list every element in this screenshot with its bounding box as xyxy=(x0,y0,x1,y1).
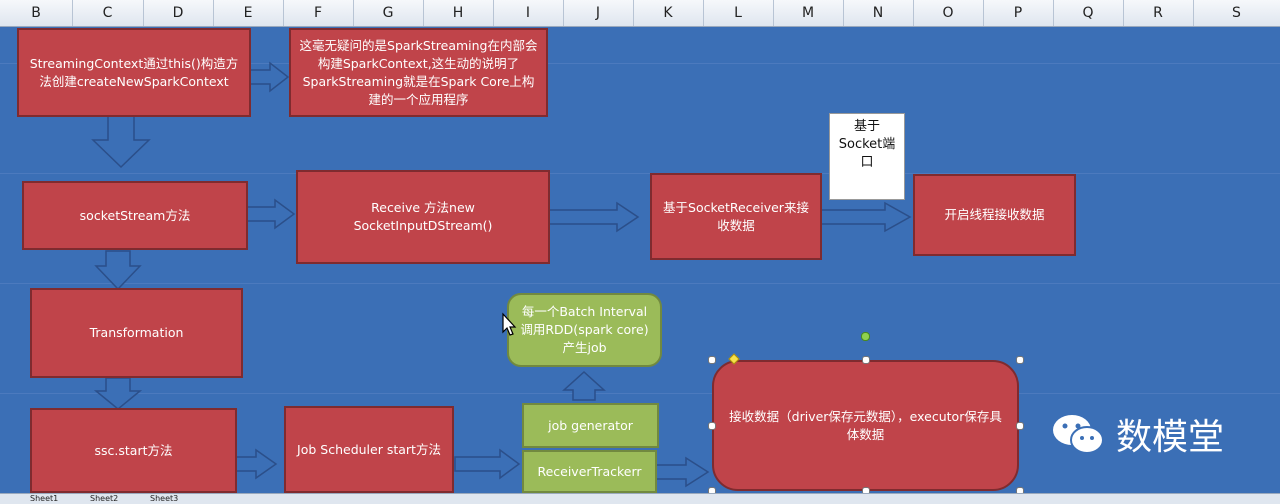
box-socket-port-note[interactable]: 基于Socket端口 xyxy=(829,113,905,200)
arrow-right xyxy=(247,61,290,93)
box-job-generator[interactable]: job generator xyxy=(522,403,659,448)
arrow-down xyxy=(91,112,151,169)
sheet-tab-bar: Sheet1 Sheet2 Sheet3 xyxy=(0,493,1280,504)
box-receiver-tracker[interactable]: ReceiverTrackerr xyxy=(522,450,657,493)
arrow-right xyxy=(819,201,912,233)
box-batch-interval[interactable]: 每一个Batch Interval调用RDD(spark core)产生job xyxy=(507,293,662,367)
box-spark-context-note[interactable]: 这毫无疑问的是SparkStreaming在内部会构建SparkContext,… xyxy=(289,28,548,117)
arrow-up xyxy=(562,370,606,401)
box-transformation[interactable]: Transformation xyxy=(30,288,243,378)
box-socket-stream[interactable]: socketStream方法 xyxy=(22,181,248,250)
box-streaming-context[interactable]: StreamingContext通过this()构造方法创建createNewS… xyxy=(17,28,251,117)
watermark-text: 数模堂 xyxy=(1116,417,1225,458)
rotate-handle[interactable] xyxy=(861,332,870,341)
resize-handle[interactable] xyxy=(862,356,870,364)
arrow-right xyxy=(454,448,521,480)
arrow-down xyxy=(93,377,143,410)
watermark: 数模堂 xyxy=(1050,408,1224,460)
box-job-scheduler[interactable]: Job Scheduler start方法 xyxy=(284,406,454,493)
wechat-icon xyxy=(1053,415,1104,454)
resize-handle[interactable] xyxy=(1016,422,1024,430)
move-cursor-icon xyxy=(502,312,517,336)
arrow-right xyxy=(235,448,278,480)
resize-handle[interactable] xyxy=(708,356,716,364)
box-start-thread[interactable]: 开启线程接收数据 xyxy=(913,174,1076,256)
arrow-down xyxy=(94,250,142,291)
arrow-right xyxy=(655,456,710,488)
arrow-right xyxy=(243,198,296,230)
box-receive[interactable]: Receive 方法new SocketInputDStream() xyxy=(296,170,550,264)
box-receive-data[interactable]: 接收数据（driver保存元数据），executor保存具体数据 xyxy=(712,360,1019,491)
box-ssc-start[interactable]: ssc.start方法 xyxy=(30,408,237,493)
resize-handle[interactable] xyxy=(708,422,716,430)
resize-handle[interactable] xyxy=(1016,356,1024,364)
arrow-right xyxy=(547,201,640,233)
box-socket-receiver[interactable]: 基于SocketReceiver来接收数据 xyxy=(650,173,822,260)
